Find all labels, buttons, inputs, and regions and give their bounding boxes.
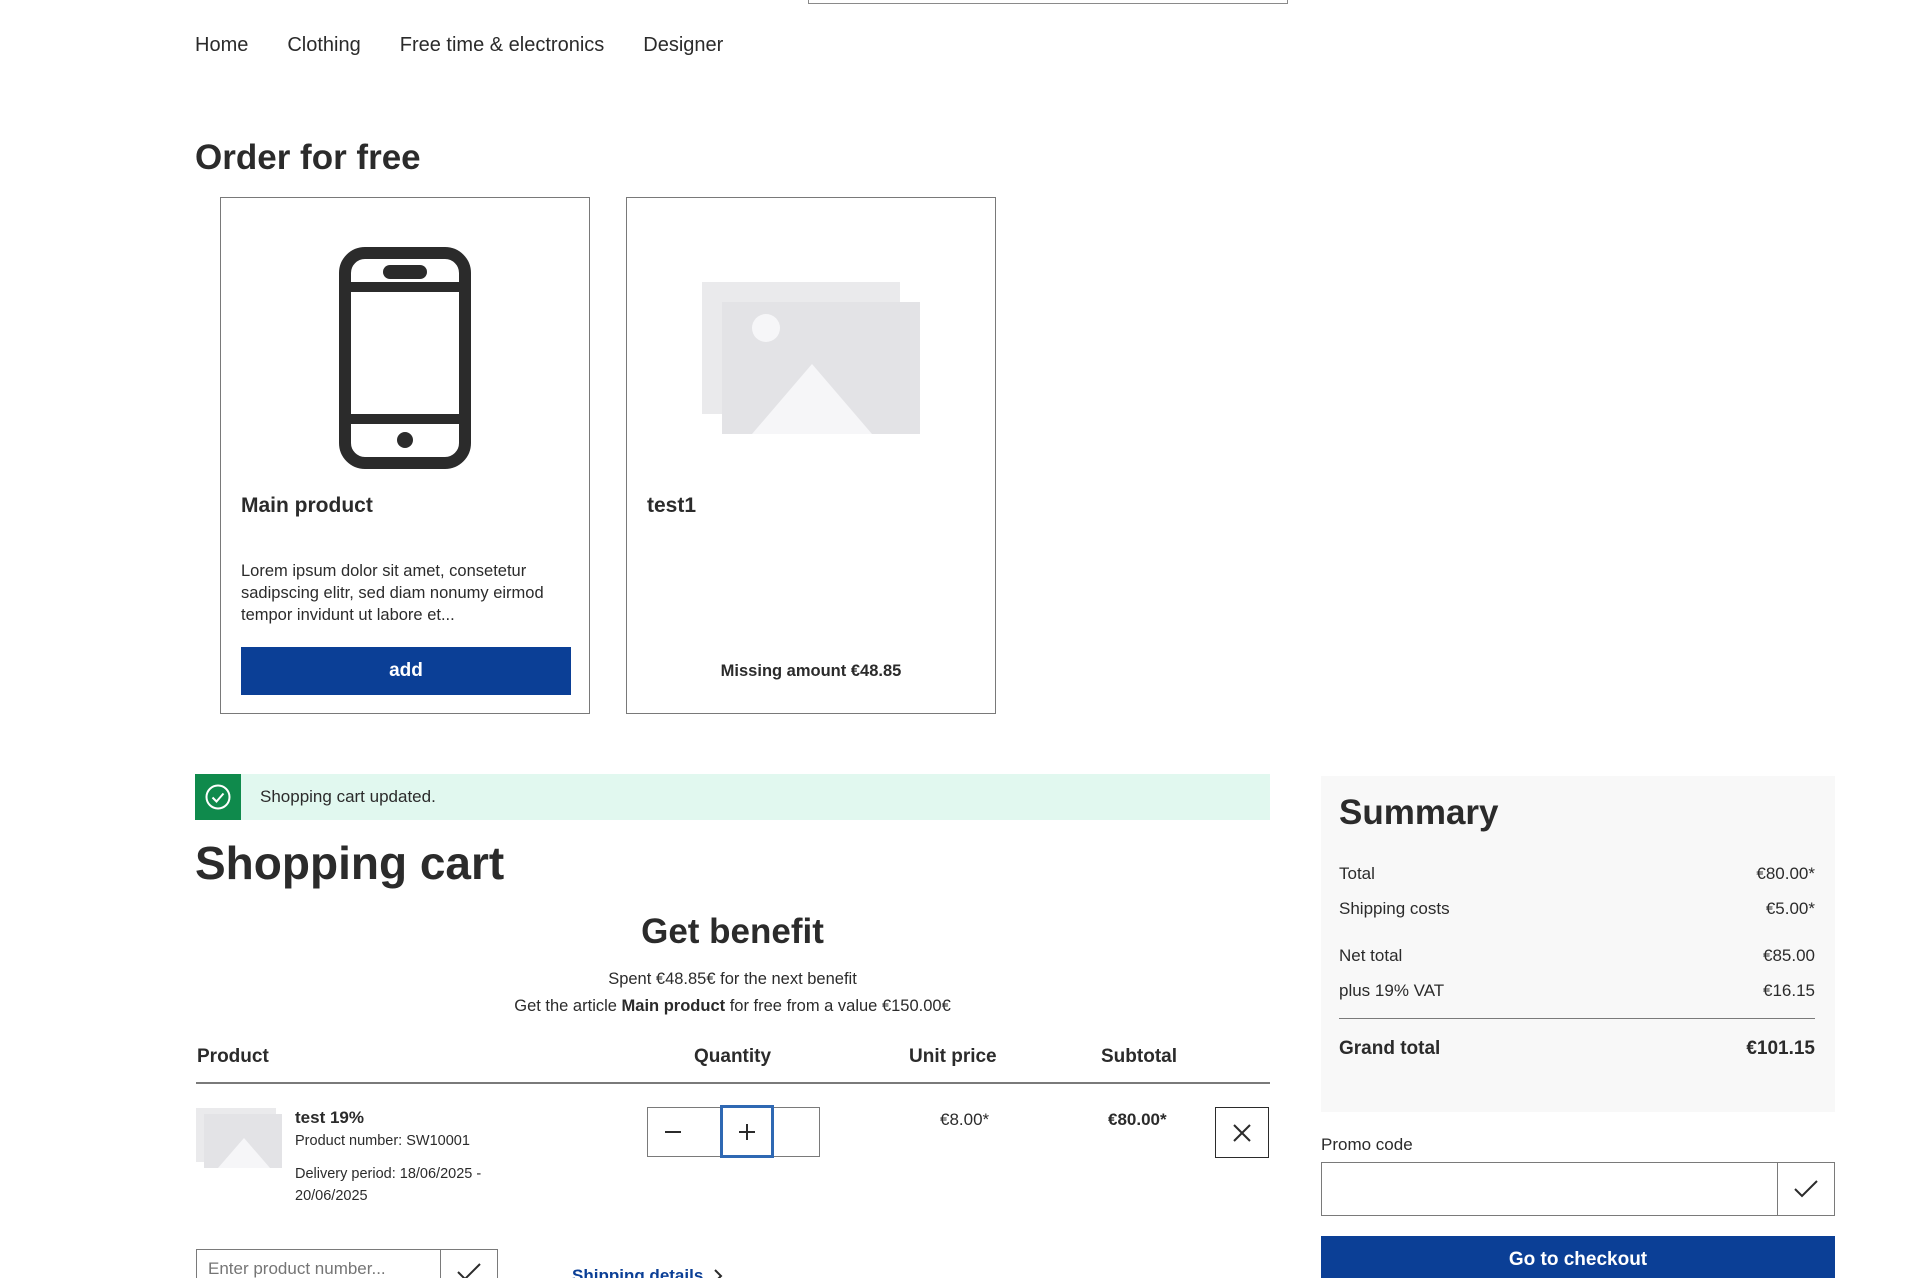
summary-title: Summary (1339, 793, 1499, 832)
checkmark-icon (1794, 1180, 1818, 1198)
table-divider (196, 1082, 1270, 1084)
line-item-image[interactable] (196, 1108, 282, 1168)
summary-label: Net total (1339, 946, 1403, 965)
nav-item-clothing[interactable]: Clothing (287, 34, 360, 57)
close-icon (1233, 1123, 1251, 1142)
product-card-test1: test1 Missing amount €48.85 (626, 197, 996, 714)
promo-code-form (1321, 1162, 1835, 1216)
order-summary: Summary Total €80.00* Shipping costs €5.… (1321, 776, 1835, 1112)
benefit-article-text: Get the article Main product for free fr… (195, 997, 1270, 1016)
product-description: Lorem ipsum dolor sit amet, consetetur s… (241, 562, 544, 624)
check-circle-icon (195, 774, 241, 820)
product-image[interactable] (221, 243, 589, 473)
product-card-main-product: Main product Lorem ipsum dolor sit amet,… (220, 197, 590, 714)
summary-value: €85.00 (1763, 946, 1815, 965)
image-placeholder-icon (196, 1108, 282, 1168)
product-name[interactable]: test1 (647, 494, 696, 518)
line-item-unit-price: €8.00* (940, 1110, 990, 1129)
remove-item-button[interactable] (1215, 1107, 1269, 1158)
product-number-input[interactable] (197, 1250, 440, 1278)
quantity-decrease-button[interactable] (648, 1108, 698, 1156)
apply-promo-button[interactable] (1777, 1163, 1834, 1215)
benefit-section: Get benefit Spent €48.85€ for the next b… (195, 912, 1270, 1016)
free-order-title: Order for free (195, 138, 421, 177)
summary-value: €101.15 (1746, 1038, 1815, 1059)
quantity-increase-button[interactable] (720, 1105, 774, 1158)
checkmark-icon (457, 1263, 481, 1278)
main-navigation: Home Clothing Free time & electronics De… (195, 34, 723, 57)
phone-icon (339, 247, 471, 469)
nav-item-designer[interactable]: Designer (643, 34, 723, 57)
promo-code-input[interactable] (1322, 1163, 1777, 1215)
summary-label: plus 19% VAT (1339, 981, 1445, 1000)
column-header-subtotal: Subtotal (1101, 1046, 1177, 1067)
add-product-submit-button[interactable] (440, 1250, 497, 1278)
summary-label: Shipping costs (1339, 899, 1450, 918)
image-placeholder-icon (702, 282, 920, 434)
shipping-details-link[interactable]: Shipping details (572, 1266, 723, 1278)
nav-item-free-time-electronics[interactable]: Free time & electronics (400, 34, 605, 57)
chevron-right-icon (714, 1269, 723, 1278)
product-image[interactable] (627, 243, 995, 473)
page-title: Shopping cart (195, 837, 505, 889)
search-field-edge[interactable] (808, 0, 1288, 4)
summary-value: €5.00* (1765, 899, 1815, 918)
column-header-product: Product (197, 1046, 269, 1067)
alert-text: Shopping cart updated. (260, 787, 436, 806)
benefit-title: Get benefit (641, 912, 824, 951)
column-header-quantity: Quantity (694, 1046, 772, 1067)
go-to-checkout-button[interactable]: Go to checkout (1321, 1236, 1835, 1278)
summary-label: Grand total (1339, 1038, 1441, 1059)
missing-amount: Missing amount €48.85 (720, 662, 902, 680)
cart-updated-alert: Shopping cart updated. (195, 774, 1270, 820)
nav-item-home[interactable]: Home (195, 34, 248, 57)
promo-code-label: Promo code (1321, 1135, 1413, 1154)
add-free-product-button[interactable]: add (241, 647, 571, 695)
plus-icon (739, 1123, 755, 1140)
benefit-article-prefix: Get the article (514, 997, 622, 1015)
benefit-article-suffix: for free from a value €150.00€ (725, 997, 951, 1015)
summary-row-net-total: Net total €85.00 (1339, 946, 1815, 966)
line-item-subtotal: €80.00* (1108, 1110, 1167, 1129)
benefit-article-name: Main product (621, 997, 726, 1015)
benefit-spent-text: Spent €48.85€ for the next benefit (608, 970, 857, 988)
summary-value: €80.00* (1756, 864, 1815, 883)
summary-label: Total (1339, 864, 1375, 883)
line-item-delivery-period: Delivery period: 18/06/2025 - 20/06/2025 (295, 1166, 482, 1204)
product-name[interactable]: Main product (241, 494, 373, 518)
column-header-unit-price: Unit price (909, 1046, 997, 1067)
line-item-name[interactable]: test 19% (295, 1108, 364, 1128)
add-product-form (196, 1249, 498, 1278)
summary-row-shipping-costs: Shipping costs €5.00* (1339, 899, 1815, 919)
minus-icon (665, 1131, 681, 1133)
summary-divider (1339, 1018, 1815, 1019)
summary-row-total: Total €80.00* (1339, 864, 1815, 884)
summary-row-grand-total: Grand total €101.15 (1339, 1038, 1815, 1060)
line-item-product-number: Product number: SW10001 (295, 1133, 470, 1149)
shipping-details-label: Shipping details (572, 1266, 704, 1278)
summary-value: €16.15 (1763, 981, 1815, 1000)
summary-row-vat: plus 19% VAT €16.15 (1339, 981, 1815, 1001)
